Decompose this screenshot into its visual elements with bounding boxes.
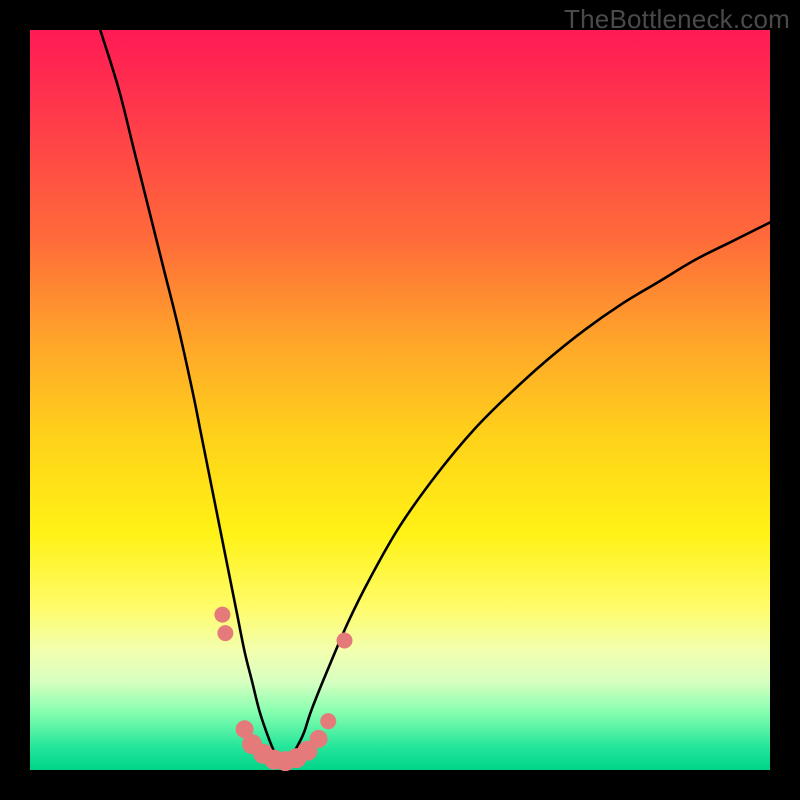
- marker-group: [214, 607, 352, 772]
- data-marker: [217, 625, 233, 641]
- watermark-text: TheBottleneck.com: [564, 4, 790, 35]
- data-marker: [320, 713, 336, 729]
- curve-right: [282, 222, 770, 762]
- curve-left: [100, 30, 281, 763]
- data-marker: [337, 633, 353, 649]
- curve-layer: [30, 30, 770, 770]
- plot-area: [30, 30, 770, 770]
- data-marker: [310, 730, 328, 748]
- chart-frame: TheBottleneck.com: [0, 0, 800, 800]
- data-marker: [214, 607, 230, 623]
